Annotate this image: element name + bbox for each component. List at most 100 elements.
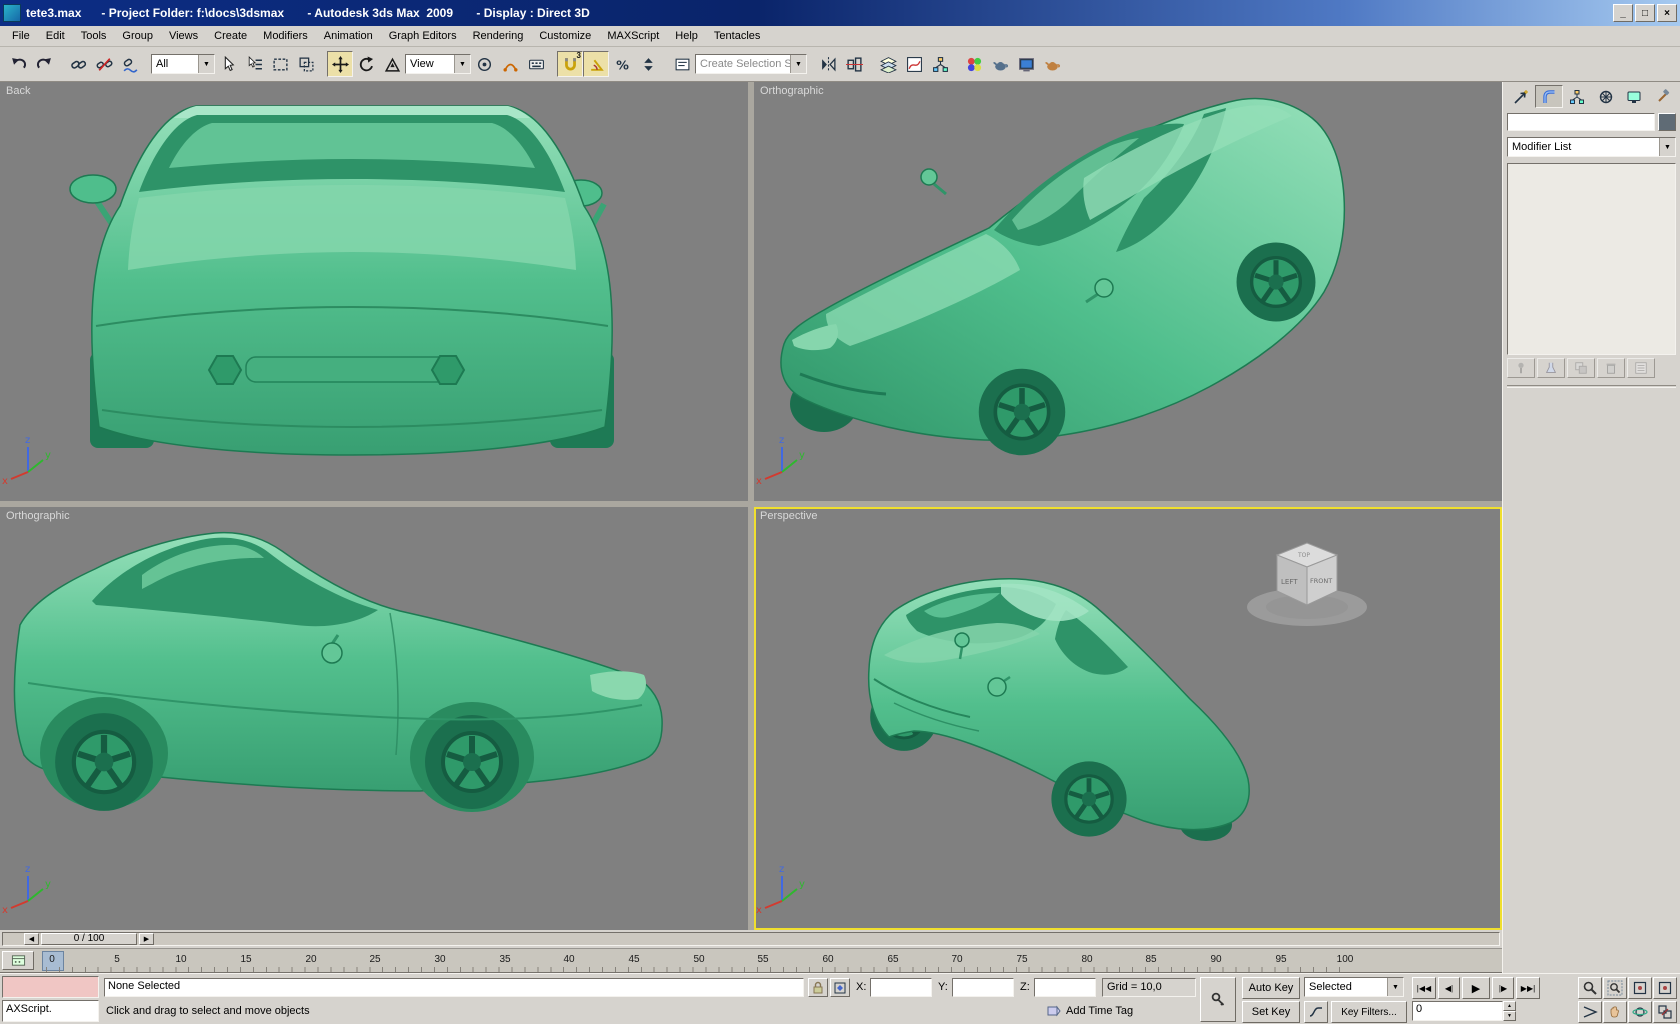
select-and-scale-button[interactable] — [379, 51, 405, 77]
menu-item-create[interactable]: Create — [206, 28, 255, 44]
viewport-orthographic-top[interactable]: z y x Orthographic — [754, 82, 1502, 501]
mirror-button[interactable] — [815, 51, 841, 77]
remove-modifier-button[interactable] — [1597, 358, 1625, 378]
tab-modify[interactable] — [1535, 85, 1564, 108]
next-frame-button[interactable]: |▶ — [1492, 977, 1514, 999]
unlink-selection-button[interactable] — [91, 51, 117, 77]
menu-item-animation[interactable]: Animation — [316, 28, 381, 44]
viewport-label-perspective[interactable]: Perspective — [760, 510, 817, 522]
go-to-end-button[interactable]: ▶▶| — [1516, 977, 1540, 999]
absolute-offset-toggle-button[interactable] — [830, 978, 850, 997]
previous-frame-button[interactable]: ◀| — [1438, 977, 1460, 999]
zoom-extents-all-button[interactable] — [1653, 977, 1677, 999]
close-button[interactable]: × — [1657, 4, 1677, 22]
select-object-button[interactable] — [215, 51, 241, 77]
menu-item-rendering[interactable]: Rendering — [465, 28, 532, 44]
default-in-out-tangents-button[interactable] — [1304, 1001, 1328, 1023]
material-editor-button[interactable] — [961, 51, 987, 77]
render-production-button[interactable] — [1039, 51, 1065, 77]
menu-item-help[interactable]: Help — [667, 28, 706, 44]
select-and-rotate-button[interactable] — [353, 51, 379, 77]
render-setup-button[interactable] — [987, 51, 1013, 77]
time-slider-track[interactable] — [2, 932, 1500, 946]
menu-item-edit[interactable]: Edit — [38, 28, 73, 44]
undo-button[interactable] — [5, 51, 31, 77]
current-frame-field[interactable]: 0 ▲ ▼ — [1412, 1001, 1516, 1021]
schematic-view-button[interactable] — [927, 51, 953, 77]
field-of-view-button[interactable] — [1578, 1001, 1602, 1023]
reference-coordinate-dropdown[interactable]: View ▼ — [405, 54, 471, 74]
selection-region-button[interactable] — [267, 51, 293, 77]
snaps-toggle-button[interactable]: 3 — [557, 51, 583, 77]
tab-hierarchy[interactable] — [1563, 85, 1591, 108]
frame-number-value[interactable]: 0 — [1412, 1001, 1503, 1021]
select-and-move-button[interactable] — [327, 51, 353, 77]
key-mode-dropdown[interactable]: Selected ▼ — [1304, 977, 1404, 997]
zoom-all-button[interactable] — [1603, 977, 1627, 999]
set-key-mode-button[interactable] — [1200, 977, 1236, 1022]
layer-manager-button[interactable] — [875, 51, 901, 77]
maximize-button[interactable]: □ — [1635, 4, 1655, 22]
maxscript-listener-pink-row[interactable] — [2, 976, 99, 998]
pin-stack-button[interactable] — [1507, 358, 1535, 378]
configure-modifier-sets-button[interactable] — [1627, 358, 1655, 378]
selection-filter-dropdown[interactable]: All ▼ — [151, 54, 215, 74]
named-selection-dropdown[interactable]: Create Selection Set ▼ — [695, 54, 807, 74]
viewport-perspective-active[interactable]: LEFT FRONT TOP z y x Perspective — [754, 507, 1502, 930]
viewport-back[interactable]: z y x Back — [0, 82, 748, 501]
pan-button[interactable] — [1603, 1001, 1627, 1023]
z-coordinate-field[interactable] — [1034, 978, 1096, 997]
menu-item-modifiers[interactable]: Modifiers — [255, 28, 316, 44]
viewport-label-orthographic-top[interactable]: Orthographic — [760, 85, 824, 97]
titlebar[interactable]: tete3.max - Project Folder: f:\docs\3dsm… — [0, 0, 1680, 26]
select-and-link-button[interactable] — [65, 51, 91, 77]
select-and-manipulate-button[interactable] — [497, 51, 523, 77]
play-button[interactable]: ▶ — [1462, 977, 1490, 999]
min-max-toggle-button[interactable] — [1653, 1001, 1677, 1023]
key-filters-button[interactable]: Key Filters... — [1331, 1001, 1407, 1023]
angle-snap-button[interactable] — [583, 51, 609, 77]
tab-utilities[interactable] — [1648, 85, 1676, 108]
window-crossing-button[interactable] — [293, 51, 319, 77]
minimize-button[interactable]: _ — [1613, 4, 1633, 22]
tab-motion[interactable] — [1592, 85, 1620, 108]
select-by-name-button[interactable] — [241, 51, 267, 77]
set-key-button[interactable]: Set Key — [1242, 1001, 1300, 1023]
make-unique-button[interactable] — [1567, 358, 1595, 378]
percent-snap-button[interactable] — [609, 51, 635, 77]
track-bar[interactable]: 0 5 10 15 20 25 30 35 40 45 50 55 60 65 … — [0, 948, 1502, 973]
tab-create[interactable] — [1507, 85, 1535, 108]
time-slider-next-arrow[interactable]: ▶ — [139, 933, 154, 945]
time-slider-handle[interactable]: 0 / 100 — [41, 933, 137, 945]
frame-spinner[interactable]: ▲ ▼ — [1503, 1001, 1516, 1021]
object-color-swatch[interactable] — [1658, 113, 1676, 131]
menu-item-group[interactable]: Group — [114, 28, 161, 44]
keyboard-override-button[interactable] — [523, 51, 549, 77]
spinner-up-icon[interactable]: ▲ — [1503, 1001, 1516, 1011]
go-to-start-button[interactable]: |◀◀ — [1412, 977, 1436, 999]
menu-item-views[interactable]: Views — [161, 28, 206, 44]
menu-item-graph-editors[interactable]: Graph Editors — [381, 28, 465, 44]
viewport-label-back[interactable]: Back — [6, 85, 30, 97]
add-time-tag-button[interactable]: Add Time Tag — [1066, 1005, 1133, 1017]
rendered-frame-button[interactable] — [1013, 51, 1039, 77]
redo-button[interactable] — [31, 51, 57, 77]
edit-named-selections-button[interactable] — [669, 51, 695, 77]
align-button[interactable] — [841, 51, 867, 77]
object-name-field[interactable] — [1507, 113, 1655, 131]
viewcube[interactable]: LEFT FRONT TOP — [1247, 542, 1367, 626]
spinner-snap-button[interactable] — [635, 51, 661, 77]
modifier-stack[interactable] — [1507, 163, 1676, 355]
x-coordinate-field[interactable] — [870, 978, 932, 997]
y-coordinate-field[interactable] — [952, 978, 1014, 997]
open-mini-curve-editor-button[interactable] — [2, 951, 34, 970]
use-pivot-center-button[interactable] — [471, 51, 497, 77]
zoom-button[interactable] — [1578, 977, 1602, 999]
menu-item-customize[interactable]: Customize — [531, 28, 599, 44]
menu-item-file[interactable]: File — [4, 28, 38, 44]
bind-to-spacewarp-button[interactable] — [117, 51, 143, 77]
curve-editor-button[interactable] — [901, 51, 927, 77]
viewport-label-orthographic-bottom[interactable]: Orthographic — [6, 510, 70, 522]
viewport-orthographic-bottom[interactable]: z y x Orthographic — [0, 507, 748, 930]
selection-lock-button[interactable] — [808, 978, 828, 997]
